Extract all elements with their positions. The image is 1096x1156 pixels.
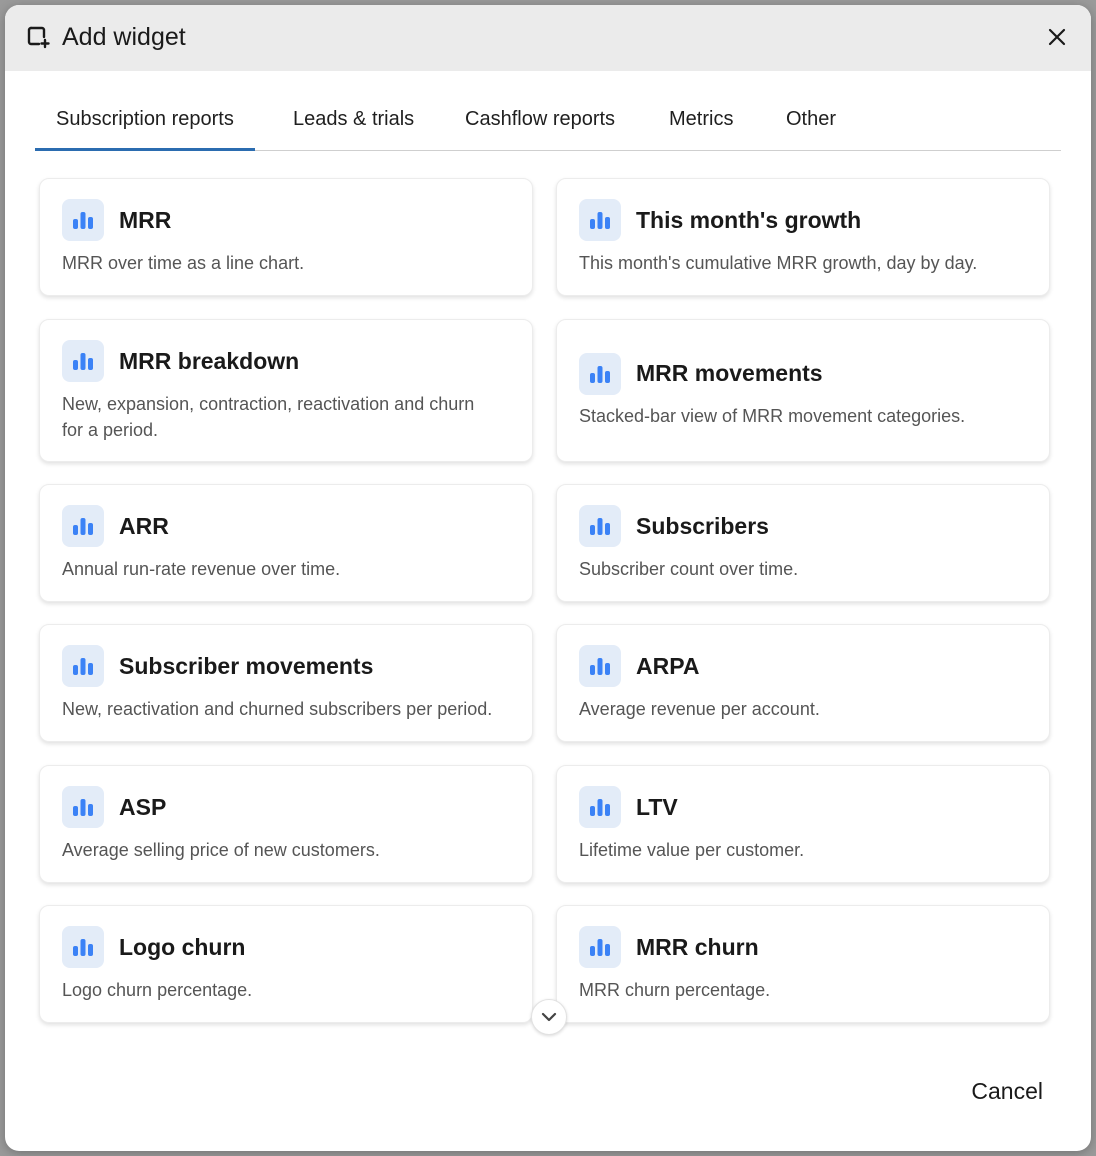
tab-bar: Subscription reports Leads & trials Cash… (35, 95, 1061, 151)
widget-card-asp[interactable]: ASP Average selling price of new custome… (39, 765, 533, 883)
tab-metrics[interactable]: Metrics (669, 107, 733, 131)
widget-description: Average selling price of new customers. (62, 840, 380, 860)
dialog-header: Add widget (5, 5, 1091, 71)
widget-title: Subscribers (636, 513, 769, 539)
bar-chart-icon (62, 645, 104, 687)
widget-grid: MRR MRR over time as a line chart. This … (5, 170, 1091, 1030)
widget-card-logo-churn[interactable]: Logo churn Logo churn percentage. (39, 905, 533, 1023)
bar-chart-icon (579, 786, 621, 828)
bar-chart-icon (579, 645, 621, 687)
widget-title: MRR movements (636, 360, 823, 386)
widget-description: New, expansion, contraction, reactivatio… (62, 394, 475, 440)
widget-card-arr[interactable]: ARR Annual run-rate revenue over time. (39, 484, 533, 602)
bar-chart-icon (62, 199, 104, 241)
bar-chart-icon (579, 199, 621, 241)
widget-description: Annual run-rate revenue over time. (62, 559, 341, 579)
widget-card-mrr-breakdown[interactable]: MRR breakdown New, expansion, contractio… (39, 319, 533, 462)
widget-description: MRR over time as a line chart. (62, 253, 305, 273)
widget-card-subscriber-movements[interactable]: Subscriber movements New, reactivation a… (39, 624, 533, 742)
bar-chart-icon (62, 926, 104, 968)
widget-description: Subscriber count over time. (579, 559, 799, 579)
widget-title: ASP (119, 794, 167, 820)
tab-leads-trials[interactable]: Leads & trials (293, 107, 414, 131)
widget-title: Logo churn (119, 934, 246, 960)
tab-other[interactable]: Other (786, 107, 836, 131)
widget-title: ARPA (636, 653, 700, 679)
bar-chart-icon (62, 505, 104, 547)
bar-chart-icon (579, 353, 621, 395)
bar-chart-icon (62, 786, 104, 828)
widget-card-this-months-growth[interactable]: This month's growth This month's cumulat… (556, 178, 1050, 296)
add-widget-dialog: Add widget Subscription reports Leads & … (5, 5, 1091, 1151)
widget-card-mrr[interactable]: MRR MRR over time as a line chart. (39, 178, 533, 296)
tab-subscription-reports[interactable]: Subscription reports (35, 107, 255, 151)
widget-description: Stacked-bar view of MRR movement categor… (579, 406, 966, 426)
widget-card-subscribers[interactable]: Subscribers Subscriber count over time. (556, 484, 1050, 602)
widget-title: This month's growth (636, 207, 862, 233)
scroll-down-button[interactable] (531, 999, 567, 1035)
widget-title: MRR breakdown (119, 348, 300, 374)
tab-cashflow-reports[interactable]: Cashflow reports (465, 107, 615, 131)
widget-description: This month's cumulative MRR growth, day … (579, 253, 978, 273)
widget-card-mrr-churn[interactable]: MRR churn MRR churn percentage. (556, 905, 1050, 1023)
bar-chart-icon (579, 926, 621, 968)
widget-title: Subscriber movements (119, 653, 374, 679)
widget-description: MRR churn percentage. (579, 980, 771, 1000)
cancel-button[interactable]: Cancel (971, 1078, 1043, 1105)
widget-title: MRR (119, 207, 172, 233)
widget-description: Average revenue per account. (579, 699, 820, 719)
bar-chart-icon (62, 340, 104, 382)
widget-description: Lifetime value per customer. (579, 840, 805, 860)
widget-description: New, reactivation and churned subscriber… (62, 699, 493, 719)
widget-description: Logo churn percentage. (62, 980, 253, 1000)
bar-chart-icon (579, 505, 621, 547)
chevron-down-icon (541, 1012, 557, 1022)
dialog-title: Add widget (62, 23, 186, 51)
widget-title: LTV (636, 794, 678, 820)
widget-card-mrr-movements[interactable]: MRR movements Stacked-bar view of MRR mo… (556, 319, 1050, 462)
widget-card-ltv[interactable]: LTV Lifetime value per customer. (556, 765, 1050, 883)
widget-title: MRR churn (636, 934, 759, 960)
widget-title: ARR (119, 513, 169, 539)
add-widget-icon (27, 26, 50, 49)
close-icon[interactable] (1045, 25, 1069, 49)
widget-card-arpa[interactable]: ARPA Average revenue per account. (556, 624, 1050, 742)
